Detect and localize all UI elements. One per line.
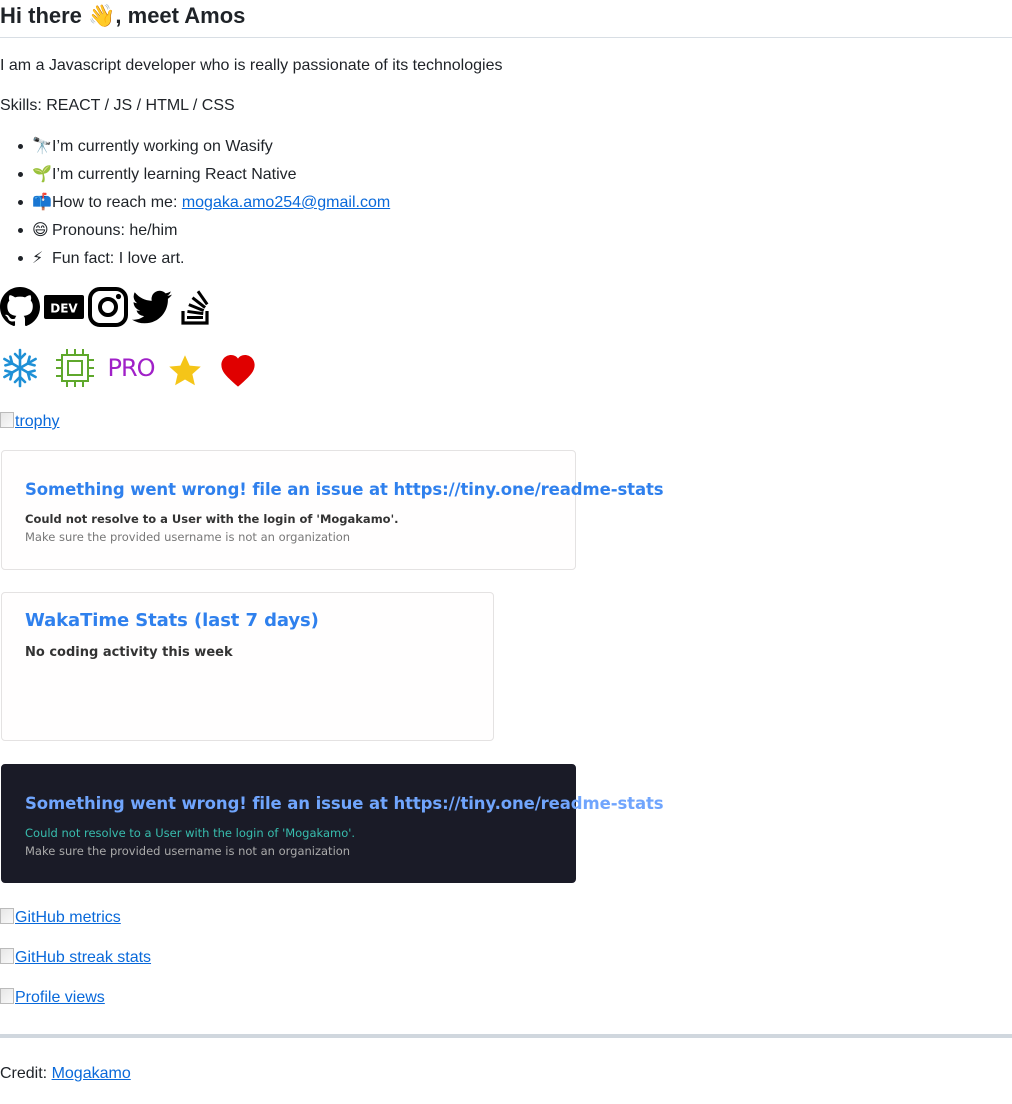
- telescope-icon: 🔭: [32, 136, 52, 155]
- top-languages-card: Something went wrong! file an issue at h…: [1, 764, 664, 883]
- fact-text: I’m currently working on Wasify: [52, 138, 273, 155]
- fact-text: Fun fact: I love art.: [52, 250, 185, 267]
- card-title: WakaTime Stats (last 7 days): [25, 610, 319, 631]
- github-stats-card: Something went wrong! file an issue at h…: [1, 450, 664, 570]
- intro-text: I am a Javascript developer who is reall…: [0, 57, 503, 74]
- twitter-icon[interactable]: [132, 287, 172, 327]
- broken-image-icon: [0, 988, 14, 1004]
- broken-image-icon: [0, 948, 14, 964]
- metrics-link[interactable]: GitHub metrics: [15, 909, 121, 926]
- pro-badge-icon: PRO: [107, 346, 155, 390]
- github-streak-image[interactable]: GitHub streak stats: [0, 947, 151, 969]
- fact-text: How to reach me:: [52, 194, 182, 211]
- stackoverflow-icon[interactable]: [176, 287, 216, 327]
- instagram-icon[interactable]: [88, 287, 128, 327]
- credit-link[interactable]: Mogakamo: [52, 1065, 131, 1082]
- email-link[interactable]: mogaka.amo254@gmail.com: [182, 194, 390, 211]
- list-item: ⚡ Fun fact: I love art.: [0, 247, 390, 275]
- streak-link[interactable]: GitHub streak stats: [15, 949, 151, 966]
- facts-list: 🔭I’m currently working on Wasify 🌱I’m cu…: [0, 135, 390, 275]
- list-item: 🔭I’m currently working on Wasify: [0, 135, 390, 163]
- dev-icon[interactable]: DEV: [44, 287, 84, 327]
- pro-badge-label: PRO: [107, 354, 155, 382]
- list-item: 😄 Pronouns: he/him: [0, 219, 390, 247]
- lightning-icon: ⚡: [32, 248, 44, 267]
- list-item: 🌱I’m currently learning React Native: [0, 163, 390, 191]
- card-title: Something went wrong! file an issue at h…: [25, 480, 664, 499]
- credit-line: Credit: Mogakamo: [0, 1063, 131, 1085]
- fact-text: Pronouns: he/him: [52, 222, 178, 239]
- dev-label: DEV: [50, 302, 78, 316]
- mailbox-icon: 📫: [32, 192, 52, 211]
- views-link[interactable]: Profile views: [15, 989, 105, 1006]
- achievement-badges: PRO: [0, 346, 258, 390]
- card-message: No coding activity this week: [25, 645, 233, 660]
- wakatime-stats-card: WakaTime Stats (last 7 days) No coding a…: [1, 592, 494, 741]
- card-error-hint: Make sure the provided username is not a…: [25, 844, 351, 858]
- social-links: DEV: [0, 286, 216, 328]
- chip-icon: [54, 346, 96, 390]
- trophy-image[interactable]: trophy: [0, 411, 59, 433]
- seedling-icon: 🌱: [32, 164, 52, 183]
- broken-image-icon: [0, 908, 14, 924]
- smile-icon: 😄: [32, 220, 49, 239]
- list-item: 📫How to reach me: mogaka.amo254@gmail.co…: [0, 191, 390, 219]
- card-title: Something went wrong! file an issue at h…: [25, 794, 664, 813]
- snowflake-icon: [0, 346, 40, 390]
- card-error-message: Could not resolve to a User with the log…: [25, 512, 399, 526]
- profile-views-image[interactable]: Profile views: [0, 987, 105, 1009]
- skills-text: Skills: REACT / JS / HTML / CSS: [0, 97, 235, 114]
- github-icon[interactable]: [0, 287, 40, 327]
- broken-image-icon: [0, 412, 14, 428]
- card-error-hint: Make sure the provided username is not a…: [25, 530, 351, 544]
- title-divider: [0, 37, 1012, 38]
- footer-divider: [0, 1034, 1012, 1038]
- credit-label: Credit:: [0, 1065, 52, 1082]
- trophy-link[interactable]: trophy: [15, 413, 59, 430]
- heart-icon: [218, 346, 258, 390]
- page-title: Hi there 👋, meet Amos: [0, 3, 246, 28]
- star-icon: [166, 346, 204, 390]
- card-error-message: Could not resolve to a User with the log…: [25, 826, 356, 840]
- fact-text: I’m currently learning React Native: [52, 166, 297, 183]
- github-metrics-image[interactable]: GitHub metrics: [0, 907, 121, 929]
